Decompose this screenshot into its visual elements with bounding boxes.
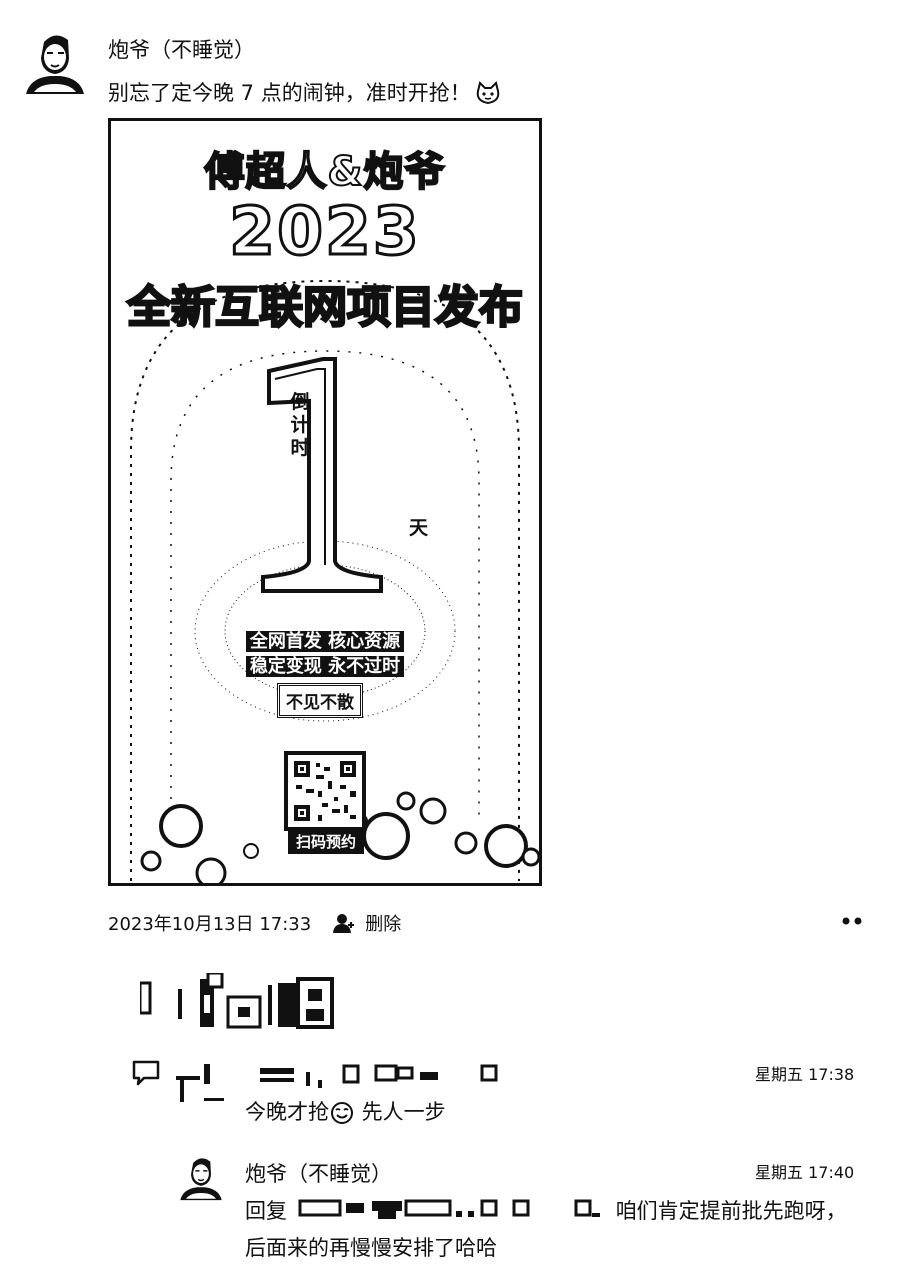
author-avatar[interactable] bbox=[20, 28, 90, 98]
comment-bubble-icon[interactable] bbox=[132, 1060, 160, 1086]
poster-badge: 不见不散 bbox=[277, 683, 363, 718]
more-dots-icon[interactable] bbox=[838, 912, 866, 930]
reply-author-name[interactable]: 炮爷（不睡觉） bbox=[245, 1158, 392, 1188]
poster-countdown-unit: 天 bbox=[409, 517, 429, 539]
reply-text: 回复 咱们肯定提前批先跑呀，后面来的再慢慢安排了哈哈 bbox=[245, 1193, 855, 1267]
poster-scan-label: 扫码预约 bbox=[288, 829, 364, 854]
reply-prefix: 回复 bbox=[245, 1199, 287, 1223]
poster-title-headline: 全新互联网项目发布 bbox=[126, 281, 525, 335]
smile-face-icon bbox=[331, 1102, 353, 1124]
post-timestamp: 2023年10月13日 17:33 bbox=[108, 914, 312, 935]
person-icon bbox=[333, 914, 355, 933]
poster-slogan-line1: 全网首发 核心资源 bbox=[111, 627, 539, 653]
cat-face-icon bbox=[476, 81, 499, 105]
comment-text-part2: 先人一步 bbox=[355, 1100, 446, 1124]
poster-title-year: 2023 bbox=[228, 192, 421, 272]
comment-time: 星期五 17:38 bbox=[755, 1065, 855, 1084]
reply-time: 星期五 17:40 bbox=[755, 1163, 855, 1182]
poster-countdown-label: 倒计时 bbox=[290, 391, 310, 459]
post-text: 别忘了定今晚 7 点的闹钟，准时开抢！ bbox=[108, 77, 501, 107]
comment-text: 今晚才抢 先人一步 bbox=[245, 1096, 446, 1126]
post-meta: 2023年10月13日 17:33 删除 bbox=[108, 910, 401, 936]
author-name[interactable]: 炮爷（不睡觉） bbox=[108, 34, 255, 64]
reply-target-name-redacted[interactable] bbox=[294, 1199, 616, 1221]
avatar-portrait-icon bbox=[176, 1153, 226, 1203]
post-image[interactable]: 傅超人&炮爷 2023 全新互联网项目发布 倒计时 1 天 全网首发 核心资源 … bbox=[108, 118, 542, 886]
poster-slogan-line1-text: 全网首发 核心资源 bbox=[245, 631, 405, 652]
poster-slogan-line2-text: 稳定变现 永不过时 bbox=[245, 656, 405, 677]
likes-avatars-redacted[interactable] bbox=[140, 973, 350, 1031]
post-text-content: 别忘了定今晚 7 点的闹钟，准时开抢！ bbox=[108, 81, 471, 105]
poster-title-names: 傅超人&炮爷 bbox=[204, 148, 446, 196]
poster-slogan-line2: 稳定变现 永不过时 bbox=[111, 652, 539, 678]
avatar-portrait-icon bbox=[20, 28, 90, 98]
delete-button[interactable]: 删除 bbox=[365, 914, 401, 935]
comment-text-part1: 今晚才抢 bbox=[245, 1100, 329, 1124]
reply-author-avatar[interactable] bbox=[176, 1153, 226, 1203]
